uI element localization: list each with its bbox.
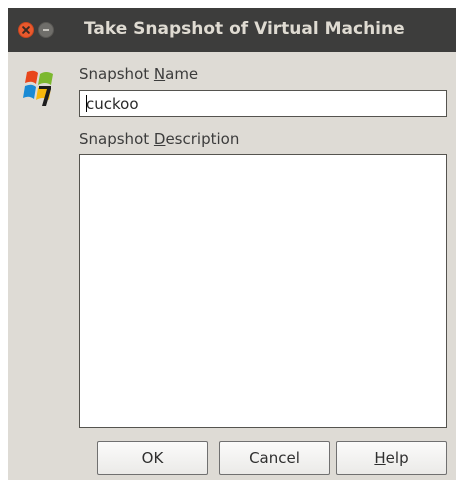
window-title: Take Snapshot of Virtual Machine	[84, 19, 405, 39]
help-button[interactable]: Help	[336, 441, 447, 475]
snapshot-name-label: Snapshot Name	[79, 65, 199, 83]
mnemonic-d: D	[153, 130, 166, 148]
snapshot-name-input[interactable]	[79, 90, 447, 117]
ok-button[interactable]: OK	[97, 441, 208, 475]
mnemonic-h: H	[374, 449, 386, 467]
minimize-icon[interactable]	[38, 22, 54, 38]
mnemonic-n: N	[153, 65, 166, 83]
windows-7-vm-icon	[23, 70, 53, 106]
snapshot-description-textarea[interactable]	[79, 154, 447, 428]
snapshot-dialog: Take Snapshot of Virtual Machine Snapsho…	[8, 8, 456, 480]
title-bar[interactable]: Take Snapshot of Virtual Machine	[8, 8, 456, 52]
snapshot-description-label: Snapshot Description	[79, 130, 240, 148]
text-caret	[86, 95, 87, 112]
cancel-button[interactable]: Cancel	[219, 441, 330, 475]
close-icon[interactable]	[18, 22, 34, 38]
